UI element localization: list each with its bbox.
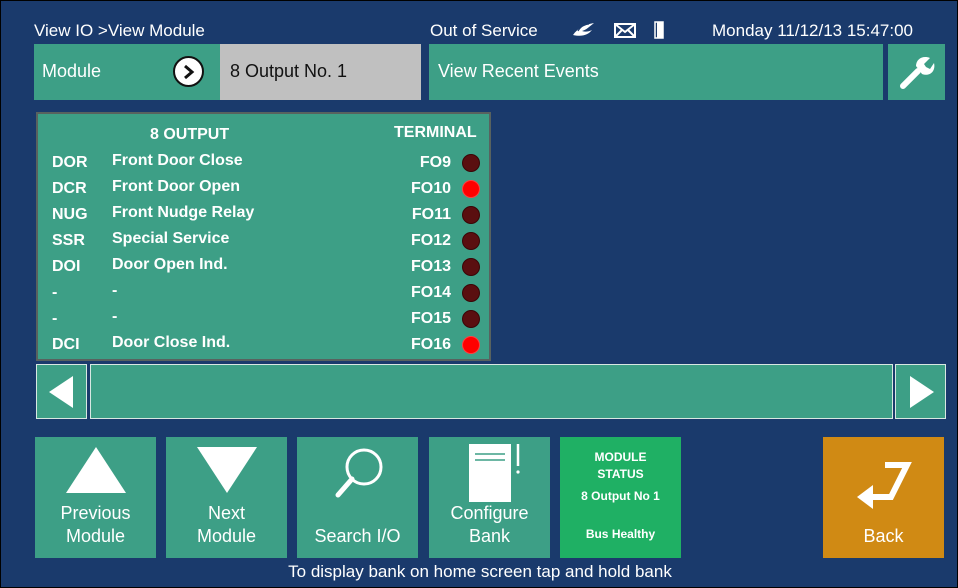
footer-hint: To display bank on home screen tap and h… [288,562,672,581]
next-module-button[interactable]: Next Module [166,437,287,558]
service-status: Out of Service [430,21,538,40]
configure-bank-label-1: Configure [450,503,529,523]
io-row: DOR Front Door Close FO9 [38,150,489,176]
chevron-right-icon [183,64,194,79]
io-row: DCI Door Close Ind. FO16 [38,332,489,358]
io-terminal: FO9 [419,154,451,171]
module-select-button[interactable] [173,56,204,87]
io-code: DOR [52,154,88,171]
previous-module-label-2: Module [65,526,126,546]
configure-bank-label-2: Bank [468,526,511,546]
io-row: - - FO15 [38,306,489,332]
status-led-off-icon [462,232,480,250]
next-module-label-2: Module [196,526,257,546]
io-description: Front Door Close [112,152,243,169]
view-module-screen: View IO >View Module Out of Service Mond… [0,0,958,588]
io-row: DCR Front Door Open FO10 [38,176,489,202]
back-label: Back [863,526,904,546]
io-description: Door Open Ind. [112,256,228,273]
io-code: DOI [52,258,81,275]
arrow-left-icon [48,375,73,408]
breadcrumb: View IO >View Module [34,21,205,40]
status-led-off-icon [462,154,480,172]
next-module-label-1: Next [207,503,245,523]
status-led-off-icon [462,206,480,224]
io-description: Front Door Open [112,178,240,195]
io-code: SSR [52,232,85,249]
module-name: 8 Output No. 1 [230,61,348,81]
bank-title: 8 OUTPUT [150,126,230,143]
doves-icon [572,22,596,43]
configure-bank-button[interactable]: Configure Bank [429,437,550,558]
io-terminal: FO14 [410,284,451,301]
module-status-health: Bus Healthy [585,527,656,541]
status-led-on-icon [462,336,480,354]
triangle-down-icon [166,445,287,495]
io-row: DOI Door Open Ind. FO13 [38,254,489,280]
module-status-title-2: STATUS [597,467,644,481]
module-selector: Module [34,44,220,100]
io-row: NUG Front Nudge Relay FO11 [38,202,489,228]
io-code: DCI [52,336,80,353]
io-description: Front Nudge Relay [112,204,255,221]
search-icon [297,445,418,503]
io-bank-panel[interactable]: 8 OUTPUT TERMINAL DOR Front Door Close FO9… [36,112,491,361]
status-led-on-icon [462,180,480,198]
view-recent-events-button[interactable]: View Recent Events [429,44,883,100]
view-recent-events-label: View Recent Events [438,61,599,81]
io-terminal: FO13 [410,258,451,275]
io-terminal: FO11 [411,206,451,223]
back-button[interactable]: Back [823,437,944,558]
io-terminal: FO10 [410,180,451,197]
io-terminal: FO15 [410,310,451,327]
status-led-off-icon [462,258,480,276]
return-arrow-icon [823,459,944,509]
module-status-module: 8 Output No 1 [581,489,660,503]
arrow-right-icon [909,375,934,408]
triangle-up-icon [35,445,156,495]
io-code: NUG [52,206,88,223]
search-io-button[interactable]: Search I/O [297,437,418,558]
status-led-off-icon [462,284,480,302]
door-icon [654,20,664,44]
wrench-icon [899,56,934,89]
search-io-label: Search I/O [314,526,401,546]
module-status-panel: MODULE STATUS 8 Output No 1 Bus Healthy [560,437,681,558]
previous-module-label-1: Previous [60,503,131,523]
io-code: - [52,310,58,327]
status-icons [572,20,664,44]
module-label: Module [42,61,102,81]
io-terminal: FO12 [410,232,451,249]
scroll-left-button[interactable] [36,364,87,419]
scroll-right-button[interactable] [895,364,946,419]
bank-scroll-track[interactable] [90,364,893,419]
previous-module-button[interactable]: Previous Module [35,437,156,558]
io-description: - [112,308,118,325]
terminal-column-header: TERMINAL [394,124,477,141]
io-description: - [112,282,118,299]
io-terminal: FO16 [410,336,451,353]
mail-icon [614,22,636,43]
document-icon [429,442,550,504]
io-code: - [52,284,58,301]
module-name-field: 8 Output No. 1 [220,44,421,100]
status-led-off-icon [462,310,480,328]
io-description: Special Service [112,230,230,247]
io-row: SSR Special Service FO12 [38,228,489,254]
io-row: - - FO14 [38,280,489,306]
tools-button[interactable] [888,44,945,100]
datetime: Monday 11/12/13 15:47:00 [712,21,914,40]
module-status-title-1: MODULE [594,450,647,464]
io-description: Door Close Ind. [112,334,231,351]
io-code: DCR [52,180,87,197]
